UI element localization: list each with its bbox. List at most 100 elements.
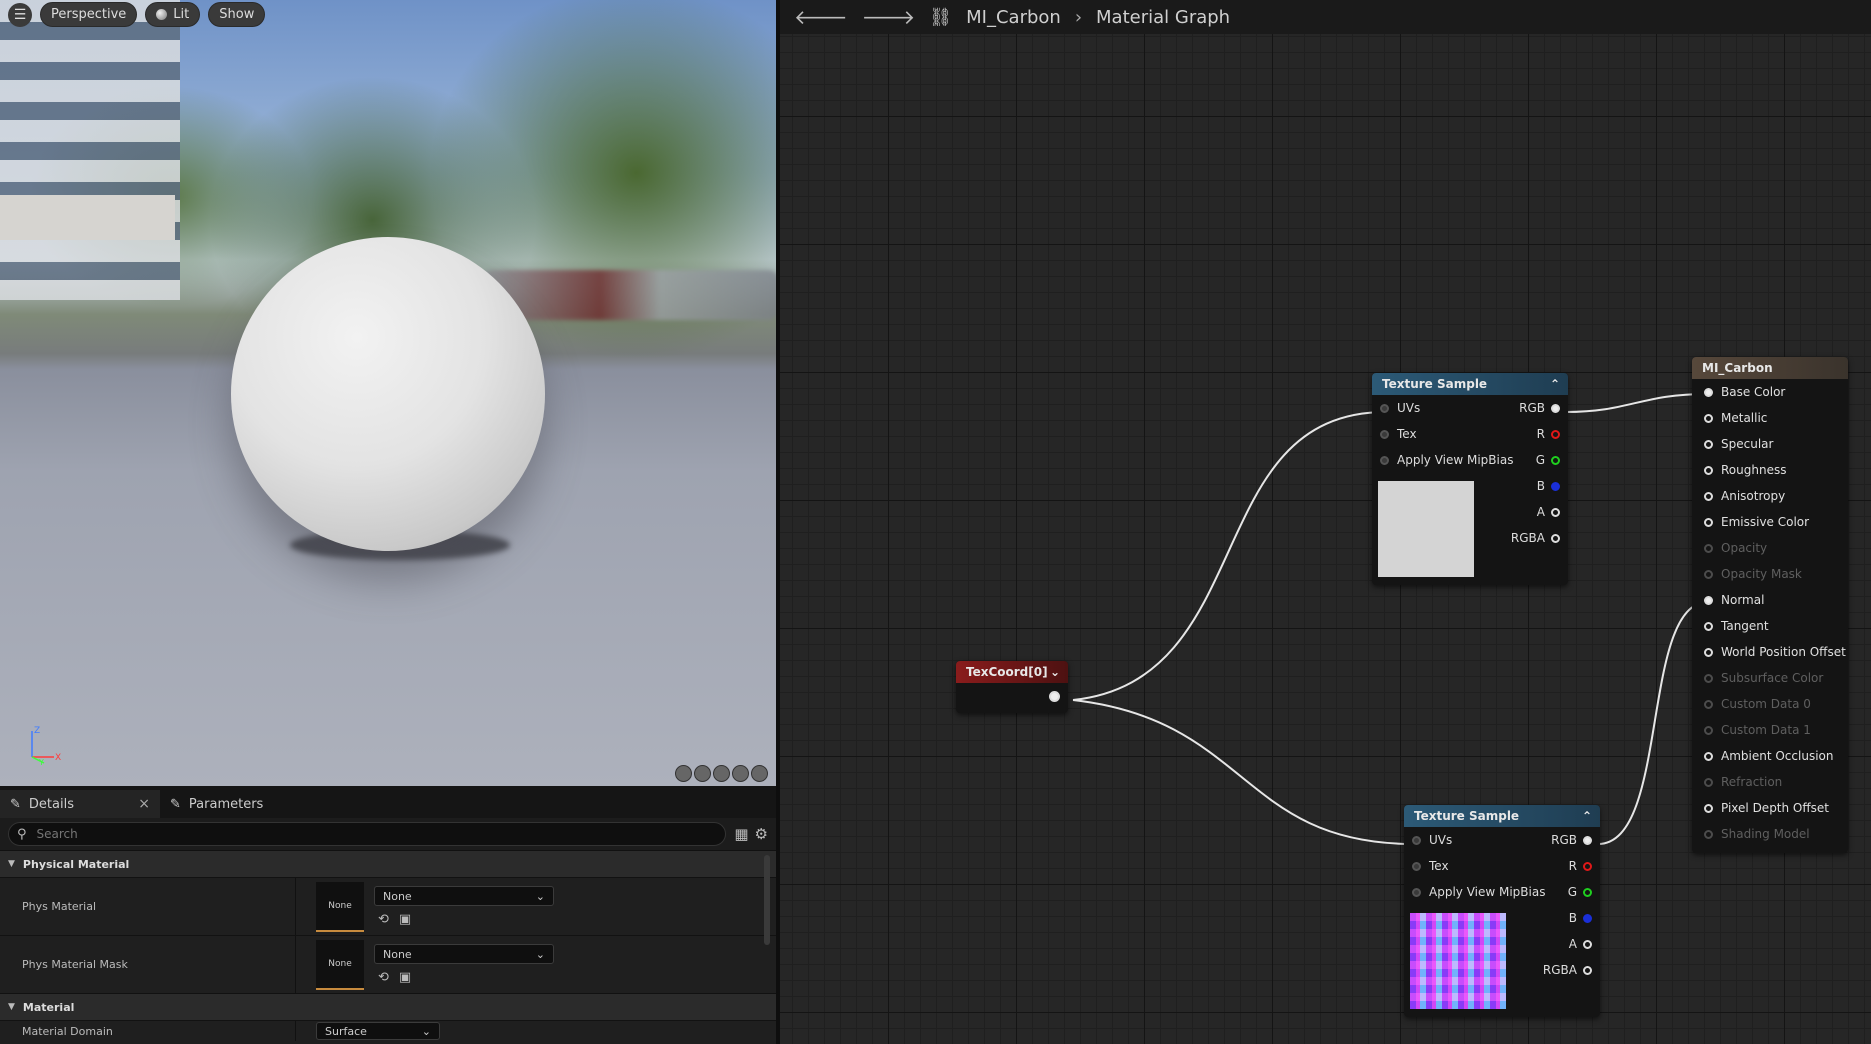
cylinder-mesh-icon[interactable]	[675, 765, 692, 782]
input-pin[interactable]	[1380, 403, 1389, 413]
pin-row-mipbias-g: Apply View MipBias G	[1404, 879, 1600, 905]
wire-top-rgb-to-base-color[interactable]	[1565, 393, 1709, 413]
close-icon[interactable]: ×	[138, 796, 150, 812]
node-title[interactable]: Texture Sample ⌃	[1372, 373, 1568, 395]
texture-preview-gray	[1378, 481, 1474, 577]
output-pin[interactable]	[1049, 690, 1060, 702]
input-pin[interactable]	[1704, 621, 1713, 631]
material-domain-dropdown[interactable]: Surface ⌄	[316, 1022, 440, 1040]
input-pin[interactable]	[1704, 751, 1713, 761]
asset-actions: ⟲ ▣	[374, 970, 554, 985]
input-pin[interactable]	[1704, 517, 1713, 527]
category-material[interactable]: ▼ Material	[0, 993, 776, 1020]
input-pin[interactable]	[1704, 595, 1713, 605]
details-scrollbar[interactable]	[764, 855, 770, 945]
output-pin[interactable]	[1551, 507, 1560, 517]
output-pin[interactable]	[1551, 481, 1560, 491]
output-pin[interactable]	[1583, 835, 1592, 845]
lighting-mode-button[interactable]: Lit	[145, 2, 201, 27]
texture-sample-node-bottom[interactable]: Texture Sample ⌃ UVs RGB Tex R Apply Vie…	[1404, 805, 1600, 1017]
gear-icon[interactable]: ⚙	[755, 825, 768, 843]
output-pin[interactable]	[1551, 533, 1560, 543]
sphere-mesh-icon[interactable]	[694, 765, 711, 782]
texcoord-node[interactable]: TexCoord[0] ⌄	[956, 661, 1068, 713]
material-result-node[interactable]: MI_Carbon Base Color Metallic Specular Roug…	[1692, 357, 1848, 853]
input-pin[interactable]	[1380, 455, 1389, 465]
output-pin[interactable]	[1551, 429, 1560, 439]
input-pin[interactable]	[1704, 387, 1713, 397]
background-building-ledge	[0, 195, 175, 240]
input-pin[interactable]	[1412, 861, 1421, 871]
collapse-triangle-icon: ▼	[8, 859, 15, 869]
chevron-up-icon[interactable]: ⌃	[1550, 377, 1560, 391]
texture-sample-node-top[interactable]: Texture Sample ⌃ UVs RGB Tex R Apply Vie…	[1372, 373, 1568, 585]
asset-thumbnail[interactable]: None	[316, 939, 364, 990]
tab-parameters[interactable]: ✎ Parameters	[160, 790, 320, 818]
chevron-up-icon[interactable]: ⌃	[1582, 809, 1592, 823]
viewport-menu-button[interactable]: ☰	[8, 2, 32, 27]
axis-y-label: Y	[38, 758, 44, 765]
input-pin[interactable]	[1704, 465, 1713, 475]
property-value: None None ⌄ ⟲ ▣	[296, 939, 554, 990]
input-pin[interactable]	[1704, 829, 1713, 839]
input-pin[interactable]	[1704, 803, 1713, 813]
output-pin[interactable]	[1583, 887, 1592, 897]
input-pin[interactable]	[1704, 491, 1713, 501]
wire-texcoord-to-bottom-uvs[interactable]	[1072, 699, 1415, 845]
search-row: ⚲ ▦ ⚙	[0, 818, 776, 850]
input-pin[interactable]	[1412, 887, 1421, 897]
material-input-label: Pixel Depth Offset	[1721, 801, 1829, 815]
asset-picker-dropdown[interactable]: None ⌄	[374, 886, 554, 906]
wire-texcoord-to-top-uvs[interactable]	[1072, 411, 1387, 701]
property-label: Phys Material Mask	[0, 936, 296, 993]
material-preview-viewport[interactable]: ☰ Perspective Lit Show Z X Y	[0, 0, 776, 786]
output-pin[interactable]	[1583, 913, 1592, 923]
browse-folder-icon[interactable]: ▣	[399, 912, 411, 927]
input-pin[interactable]	[1704, 439, 1713, 449]
chevron-down-icon: ⌄	[535, 889, 545, 903]
input-pin[interactable]	[1704, 725, 1713, 735]
input-pin[interactable]	[1412, 835, 1421, 845]
table-view-icon[interactable]: ▦	[734, 825, 748, 843]
browse-folder-icon[interactable]: ▣	[399, 970, 411, 985]
tab-details[interactable]: ✎ Details ×	[0, 790, 160, 818]
material-inputs: Base Color Metallic Specular Roughness Aniso…	[1692, 379, 1848, 847]
material-input-label: Metallic	[1721, 411, 1768, 425]
output-pin[interactable]	[1583, 965, 1592, 975]
viewport-toolbar: ☰ Perspective Lit Show	[8, 2, 266, 27]
input-pin[interactable]	[1704, 647, 1713, 657]
input-pin[interactable]	[1704, 569, 1713, 579]
plane-mesh-icon[interactable]	[713, 765, 730, 782]
use-selected-icon[interactable]: ⟲	[378, 912, 389, 927]
view-mode-button[interactable]: Perspective	[40, 2, 138, 27]
asset-picker-dropdown[interactable]: None ⌄	[374, 944, 554, 964]
asset-thumbnail[interactable]: None	[316, 881, 364, 932]
input-pin[interactable]	[1704, 777, 1713, 787]
node-title[interactable]: MI_Carbon	[1692, 357, 1848, 379]
material-input-row: Custom Data 1	[1692, 717, 1848, 743]
input-pin[interactable]	[1704, 413, 1713, 423]
search-input[interactable]	[34, 826, 718, 842]
lit-sphere-icon	[156, 9, 168, 20]
output-pin[interactable]	[1583, 861, 1592, 871]
output-pin[interactable]	[1583, 939, 1592, 949]
material-graph-canvas[interactable]: 🡐 🡒 ⛓ MI_Carbon › Material Graph TexCoor…	[780, 0, 1871, 1044]
output-pin[interactable]	[1551, 403, 1560, 413]
property-row-phys-material: Phys Material None None ⌄ ⟲ ▣	[0, 877, 776, 935]
input-pin[interactable]	[1704, 673, 1713, 683]
use-selected-icon[interactable]: ⟲	[378, 970, 389, 985]
cube-mesh-icon[interactable]	[732, 765, 749, 782]
node-title[interactable]: Texture Sample ⌃	[1404, 805, 1600, 827]
material-input-row: Metallic	[1692, 405, 1848, 431]
custom-mesh-icon[interactable]	[751, 765, 768, 782]
material-input-row: Normal	[1692, 587, 1848, 613]
category-physical-material[interactable]: ▼ Physical Material	[0, 850, 776, 877]
show-flags-button[interactable]: Show	[208, 2, 266, 27]
property-controls: None ⌄ ⟲ ▣	[374, 886, 554, 927]
node-title[interactable]: TexCoord[0] ⌄	[956, 661, 1068, 683]
input-pin[interactable]	[1380, 429, 1389, 439]
input-pin[interactable]	[1704, 699, 1713, 709]
input-pin[interactable]	[1704, 543, 1713, 553]
output-pin[interactable]	[1551, 455, 1560, 465]
chevron-down-icon[interactable]: ⌄	[1050, 665, 1060, 679]
